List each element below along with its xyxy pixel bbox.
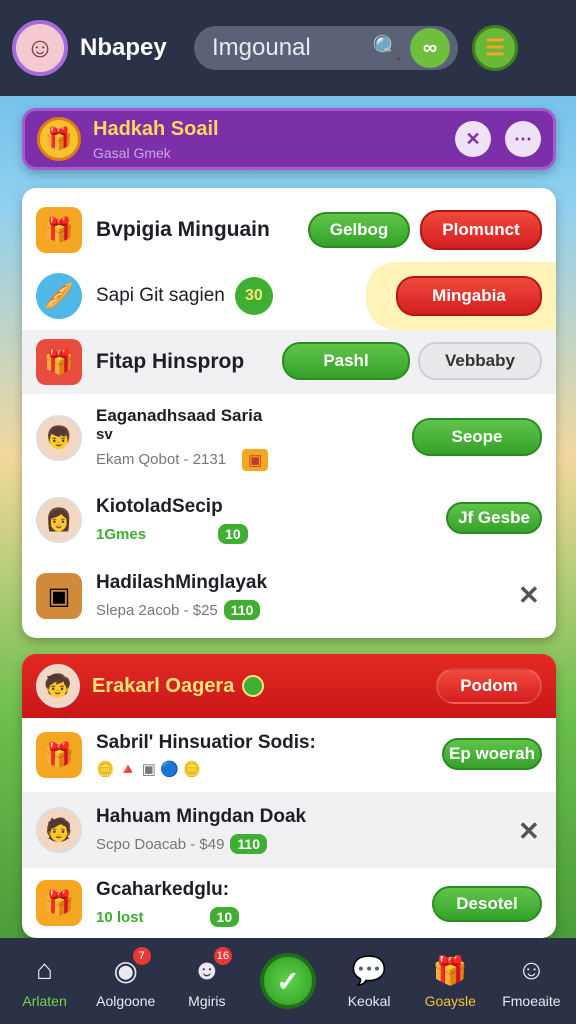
item-title-line2: sv: [96, 425, 113, 443]
count-chip: 110: [230, 834, 268, 854]
nav-label: Mgiris: [188, 993, 226, 1009]
nav-label: Goaysle: [424, 993, 476, 1009]
list-item[interactable]: 🎁 Gcaharkedglu: 10 lost 10 Desotel: [22, 868, 556, 938]
close-banner-button[interactable]: ✕: [455, 121, 491, 157]
reward-icons: 🪙 🔺 ▣ 🔵 🪙: [96, 761, 202, 778]
bread-icon: 🥖: [36, 273, 82, 319]
notification-badge: 16: [213, 947, 232, 965]
gift-box-icon: 🎁: [36, 339, 82, 385]
chest-icon: ▣: [36, 573, 82, 619]
item-action-button[interactable]: Gelbog: [308, 212, 410, 248]
avatar: 🧒: [36, 664, 80, 708]
close-icon[interactable]: ✕: [518, 580, 540, 611]
check-icon[interactable]: ✓: [259, 953, 316, 1009]
item-title: Gcaharkedglu:: [96, 879, 230, 900]
count-chip: 10: [209, 907, 240, 927]
list-item[interactable]: 🎁 Fitap Hinsprop Pashl Vebbaby: [22, 330, 556, 394]
more-options-button[interactable]: ⋯: [505, 121, 541, 157]
gift-badge-icon: 🎁: [37, 117, 81, 161]
nav-label: Aolgoone: [96, 993, 156, 1009]
top-bar: ☺ Nbapey Imgounal 🔍 ∞ ☰: [0, 0, 576, 96]
level-badge: 30: [234, 277, 273, 315]
nav-label: Keokal: [347, 993, 391, 1009]
item-title: Sapi Git sagien: [96, 285, 225, 306]
main-list-panel: 🎁 Bvpigia Minguain Gelbog Plomunct 🥖 Sap…: [22, 188, 556, 638]
search-input[interactable]: Imgounal: [212, 34, 372, 62]
list-item[interactable]: 🧑 Hahuam Mingdan Doak Scpo Doacab - $49 …: [22, 792, 556, 868]
chest-icon: ▣: [242, 448, 269, 471]
item-subtitle: 10 lost: [96, 908, 144, 926]
item-title: Eaganadhsaad Saria: [96, 405, 263, 425]
notification-badge: 7: [132, 947, 151, 965]
nav-item-center[interactable]: ✓: [251, 953, 325, 1009]
list-item[interactable]: 👦 Eaganadhsaad Saria sv Ekam Qobot - 213…: [22, 394, 556, 482]
item-action-button[interactable]: Desotel: [432, 886, 542, 922]
menu-button[interactable]: ☰: [472, 25, 518, 71]
chat-icon: 💬: [351, 954, 387, 986]
search-bar[interactable]: Imgounal 🔍 ∞: [194, 26, 458, 70]
list-item[interactable]: 🎁 Sabril' Hinsuatior Sodis: 🪙 🔺 ▣ 🔵 🪙 Ep…: [22, 718, 556, 792]
list-item[interactable]: ▣ HadilashMinglayak Slepa 2acob - $25 11…: [22, 558, 556, 634]
username-label: Nbapey: [80, 34, 167, 61]
item-primary-button[interactable]: Plomunct: [420, 210, 542, 250]
section-button[interactable]: Podom: [436, 668, 542, 704]
nav-item-chat[interactable]: 💬 Keokal: [332, 953, 406, 1010]
avatar: 🧑: [36, 807, 82, 853]
item-title: Sabril' Hinsuatior Sodis:: [96, 732, 316, 753]
item-action-button[interactable]: Jf Gesbe: [446, 502, 542, 534]
home-icon: ⌂: [36, 954, 54, 985]
list-item[interactable]: 🥖 Sapi Git sagien 30 Mingabia: [22, 262, 556, 330]
nav-label: Arlaten: [22, 993, 67, 1009]
link-icon[interactable]: ∞: [410, 28, 450, 68]
item-action-button[interactable]: Ep woerah: [442, 738, 542, 770]
avatar: 👦: [36, 415, 82, 461]
list-item[interactable]: 👩 KiotoladSecip 1Gmes 10 Jf Gesbe: [22, 482, 556, 558]
item-title: HadilashMinglayak: [96, 572, 268, 593]
item-primary-button[interactable]: Mingabia: [396, 276, 542, 316]
item-subtitle: Slepa 2acob - $25: [96, 601, 218, 619]
section-header: 🧒 Erakarl Oagera Podom: [22, 654, 556, 718]
gift-box-icon: 🎁: [36, 880, 82, 926]
list-item[interactable]: 🎁 Bvpigia Minguain Gelbog Plomunct: [22, 198, 556, 262]
search-icon[interactable]: 🔍: [372, 34, 402, 63]
face-icon: ☺: [517, 954, 546, 985]
banner-subtitle: Gasal Gmek: [93, 144, 171, 161]
item-action-button[interactable]: Seope: [412, 418, 542, 456]
user-avatar[interactable]: ☺: [12, 20, 68, 76]
section-title: Erakarl Oagera: [92, 674, 235, 697]
nav-label: Fmoeaite: [502, 993, 561, 1009]
nav-item-profile[interactable]: ☺ Fmoeaite: [494, 953, 568, 1009]
treasure-icon: 🎁: [36, 207, 82, 253]
gift-icon: 🎁: [432, 954, 468, 986]
status-icon: [242, 675, 265, 697]
nav-item-home[interactable]: ⌂ Arlaten: [8, 953, 82, 1009]
nav-item-camera[interactable]: 7 ◉ Aolgoone: [89, 947, 163, 1009]
nav-item-pets[interactable]: 16 ☻ Mgiris: [170, 947, 244, 1009]
item-title: Fitap Hinsprop: [96, 350, 245, 373]
count-chip: 110: [223, 600, 261, 620]
item-subtitle: Scpo Doacab - $49: [96, 835, 225, 853]
promo-banner[interactable]: 🎁 Hadkah Soail Gasal Gmek ✕ ⋯: [22, 108, 556, 170]
close-icon[interactable]: ✕: [518, 816, 540, 847]
treasure-icon: 🎁: [36, 732, 82, 778]
section-panel: 🧒 Erakarl Oagera Podom 🎁 Sabril' Hinsuat…: [22, 654, 556, 938]
banner-title: Hadkah Soail: [93, 117, 219, 140]
item-subtitle: Ekam Qobot - 2131: [96, 451, 227, 468]
item-title: Bvpigia Minguain: [96, 218, 270, 241]
item-title: Hahuam Mingdan Doak: [96, 806, 307, 827]
nav-item-gifts[interactable]: 🎁 Goaysle: [413, 953, 487, 1010]
avatar: 👩: [36, 497, 82, 543]
count-chip: 10: [218, 524, 248, 544]
bottom-nav: ⌂ Arlaten 7 ◉ Aolgoone 16 ☻ Mgiris ✓ 💬 K…: [0, 938, 576, 1024]
item-title: KiotoladSecip: [96, 496, 223, 517]
item-subtitle: 1Gmes: [96, 525, 147, 543]
item-secondary-button[interactable]: Vebbaby: [418, 342, 542, 380]
item-action-button[interactable]: Pashl: [282, 342, 410, 380]
